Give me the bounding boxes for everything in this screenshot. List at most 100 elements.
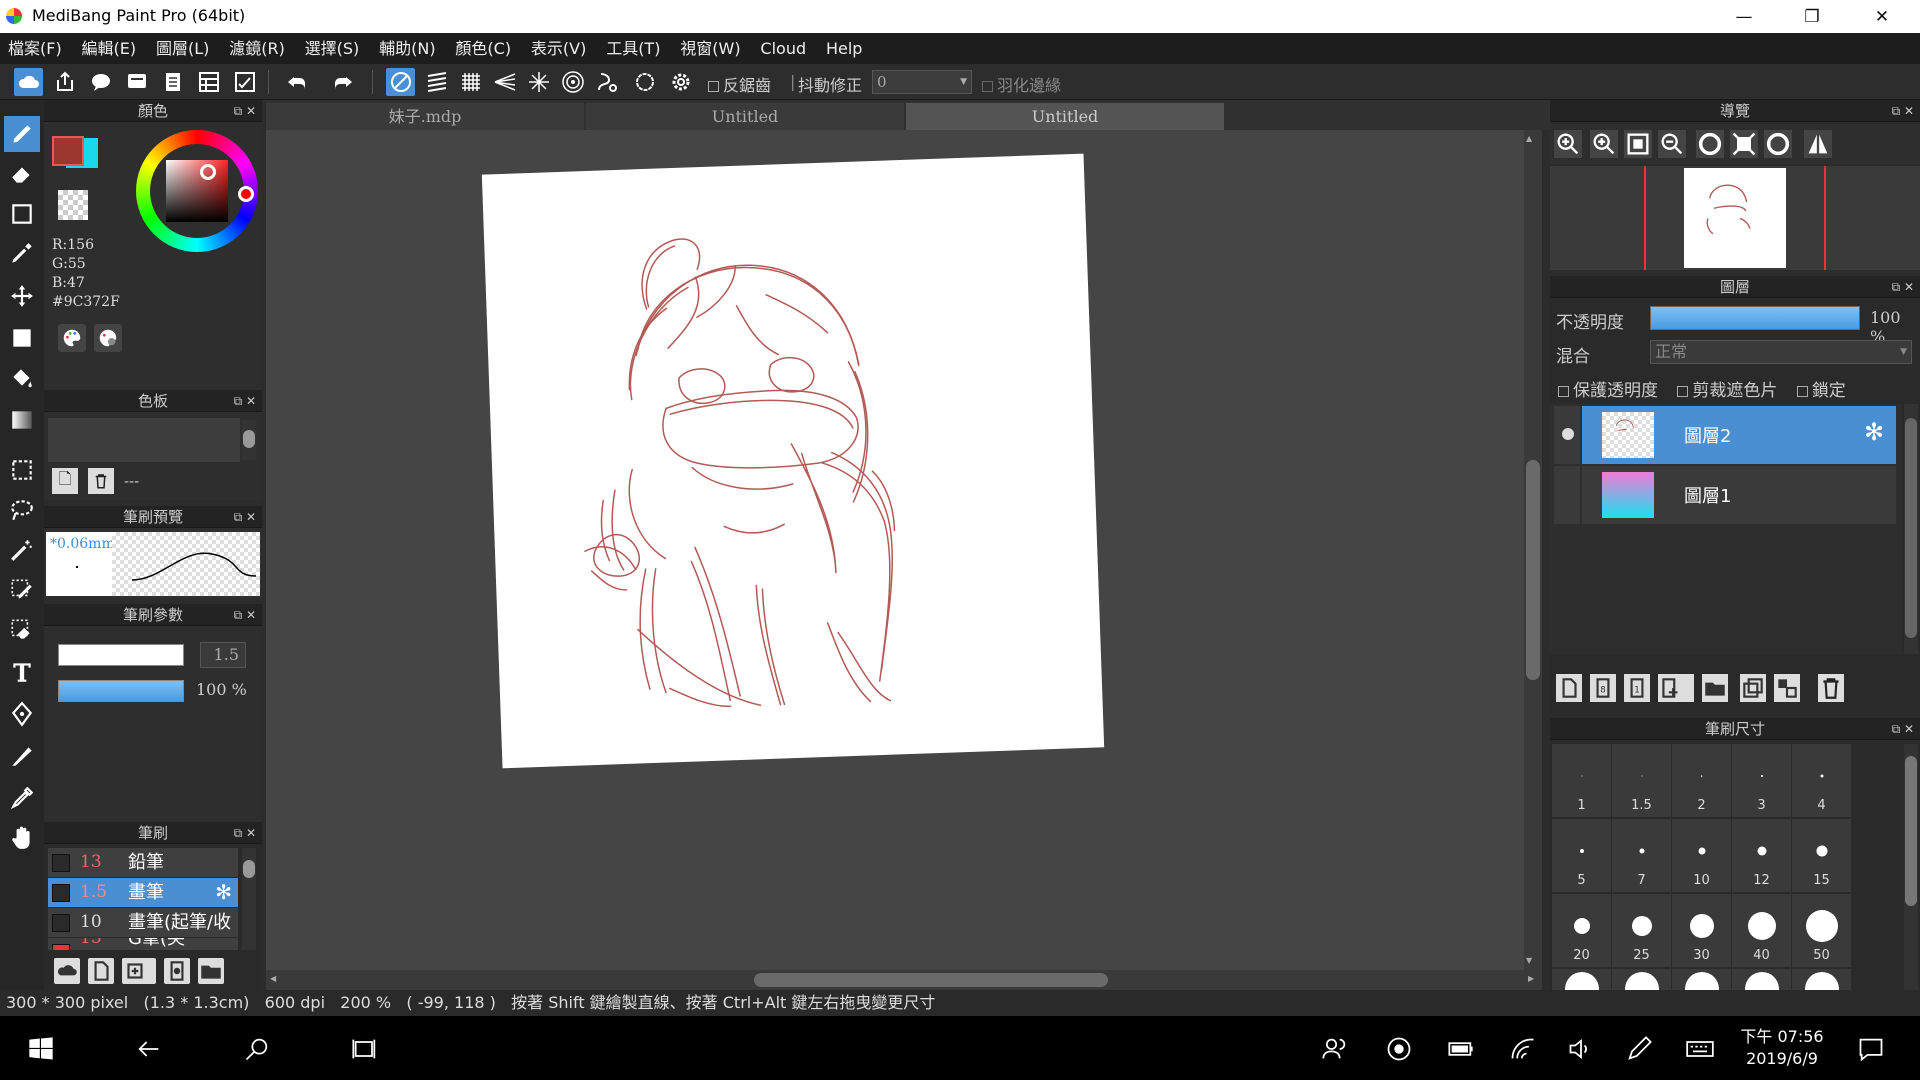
menu-help[interactable]: Help [818,33,870,64]
brush-size-cell[interactable]: 50 [1792,894,1851,967]
menu-select[interactable]: 選擇(S) [297,33,368,64]
cloud-brush-button[interactable] [54,958,80,984]
brush-size-cell[interactable] [1792,969,1851,990]
panel-controls[interactable]: ⧉ ✕ [234,822,256,844]
curve-snap-button[interactable] [592,68,621,96]
pen-button[interactable] [1624,1034,1654,1064]
brush-size-cell[interactable]: 10 [1672,819,1731,892]
snap-off-button[interactable] [386,68,415,96]
merge-layer-button[interactable] [1774,674,1800,702]
eyedropper-tool[interactable] [4,780,40,816]
brush-size-cell[interactable]: 20 [1552,894,1611,967]
menu-cloud[interactable]: Cloud [752,33,814,64]
color-bar-mode-button[interactable] [94,324,122,352]
brush-item-gpen[interactable]: 15 G筆(尖 [48,938,238,950]
page-button[interactable] [158,68,187,96]
canvas-area[interactable] [266,130,1542,970]
wifi-button[interactable] [1508,1034,1538,1064]
brush-width-value[interactable]: 1.5 [200,642,246,668]
shape-tool[interactable] [4,196,40,232]
brush-size-cell[interactable]: 25 [1612,894,1671,967]
feather-checkbox[interactable] [982,81,993,92]
brush-size-cell[interactable]: 3 [1732,744,1791,817]
perspective-snap-button[interactable] [490,68,519,96]
start-button[interactable] [26,1034,56,1064]
new-folder-button[interactable] [1702,674,1728,702]
layer-row-2[interactable]: 圖層2 ✻ [1554,406,1896,464]
scroll-right-icon[interactable]: ▶ [1528,974,1534,983]
canvas-vertical-scrollbar[interactable]: ▲ ▼ [1524,130,1542,970]
gear-icon[interactable]: ✻ [215,878,232,907]
clipping-option[interactable]: 剪裁遮色片 [1677,381,1777,401]
horizontal-scroll-thumb[interactable] [754,973,1108,987]
hand-tool[interactable] [4,820,40,856]
menu-file[interactable]: 檔案(F) [0,33,70,64]
menu-filter[interactable]: 濾鏡(R) [221,33,293,64]
lock-option[interactable]: 鎖定 [1796,381,1846,401]
brush-size-scrollbar[interactable] [1904,744,1918,990]
blur-tool[interactable] [4,236,40,272]
panel-controls[interactable]: ⧉ ✕ [1892,100,1914,122]
lasso-tool[interactable] [4,492,40,528]
bucket-tool[interactable] [4,360,40,396]
brush-size-cell[interactable]: 30 [1672,894,1731,967]
brush-size-cell[interactable]: 5 [1552,819,1611,892]
sv-picker-handle[interactable] [200,164,216,180]
color-wheel-mode-button[interactable] [58,324,86,352]
select-pen-tool[interactable] [4,572,40,608]
brush-folder-button[interactable] [198,958,224,984]
brush-size-cell[interactable]: 40 [1732,894,1791,967]
panel-controls[interactable]: ⧉ ✕ [234,604,256,626]
protect-alpha-checkbox[interactable] [1558,385,1569,397]
fill-rect-tool[interactable] [4,320,40,356]
duplicate-layer-button[interactable] [1740,674,1766,702]
vertical-scroll-thumb[interactable] [1526,460,1540,680]
menu-view[interactable]: 表示(V) [523,33,594,64]
search-button[interactable] [242,1034,272,1064]
battery-button[interactable] [1446,1034,1476,1064]
notification-button[interactable] [1856,1034,1886,1064]
volume-button[interactable] [1566,1034,1596,1064]
flip-horizontal-button[interactable] [1804,130,1832,158]
text-tool[interactable] [4,654,40,690]
frame-tool[interactable] [4,696,40,732]
keyboard-button[interactable] [1682,1034,1718,1064]
canvas-horizontal-scrollbar[interactable]: ◀ ▶ [266,970,1542,990]
zoom-actual-button[interactable] [1590,130,1618,158]
panel-controls[interactable]: ⧉ ✕ [1892,276,1914,298]
undo-button[interactable] [282,68,311,96]
new-brush-button[interactable] [88,958,114,984]
new-1bit-layer-button[interactable]: 1 [1624,674,1650,702]
delete-layer-button[interactable] [1818,674,1844,702]
layer-opacity-slider[interactable] [1650,306,1860,330]
layer-list-scrollbar[interactable] [1904,404,1918,654]
ellipse-snap-button[interactable] [630,68,659,96]
panel-controls[interactable]: ⧉ ✕ [234,100,256,122]
brush-size-cell[interactable]: 7 [1612,819,1671,892]
menu-color[interactable]: 顏色(C) [447,33,519,64]
primary-color-swatch[interactable] [52,136,84,166]
brush-size-cell[interactable] [1672,969,1731,990]
fit-screen-button[interactable] [1624,130,1652,158]
grid-snap-button[interactable] [456,68,485,96]
check-button[interactable] [230,68,259,96]
palette-swatch-area[interactable] [48,418,240,462]
brush-settings-button[interactable] [164,958,190,984]
clock[interactable]: 下午 07:56 2019/6/9 [1740,1026,1824,1070]
hue-wheel[interactable] [136,130,258,252]
scroll-up-icon[interactable]: ▲ [1526,134,1532,143]
lock-checkbox[interactable] [1796,385,1808,397]
layout-button[interactable] [194,68,223,96]
parallel-snap-button[interactable] [422,68,451,96]
brush-size-cell[interactable]: 15 [1792,819,1851,892]
antialias-option[interactable]: 反鋸齒 [708,72,771,96]
minimize-button[interactable]: — [1716,0,1772,33]
people-button[interactable] [1320,1034,1350,1064]
antialias-checkbox[interactable] [708,81,719,92]
snap-settings-button[interactable] [666,68,695,96]
redo-button[interactable] [328,68,357,96]
brush-size-cell[interactable] [1552,969,1611,990]
brush-size-cell[interactable]: 4 [1792,744,1851,817]
zoom-in-button[interactable] [1554,130,1582,158]
palette-scrollbar[interactable] [242,420,256,460]
